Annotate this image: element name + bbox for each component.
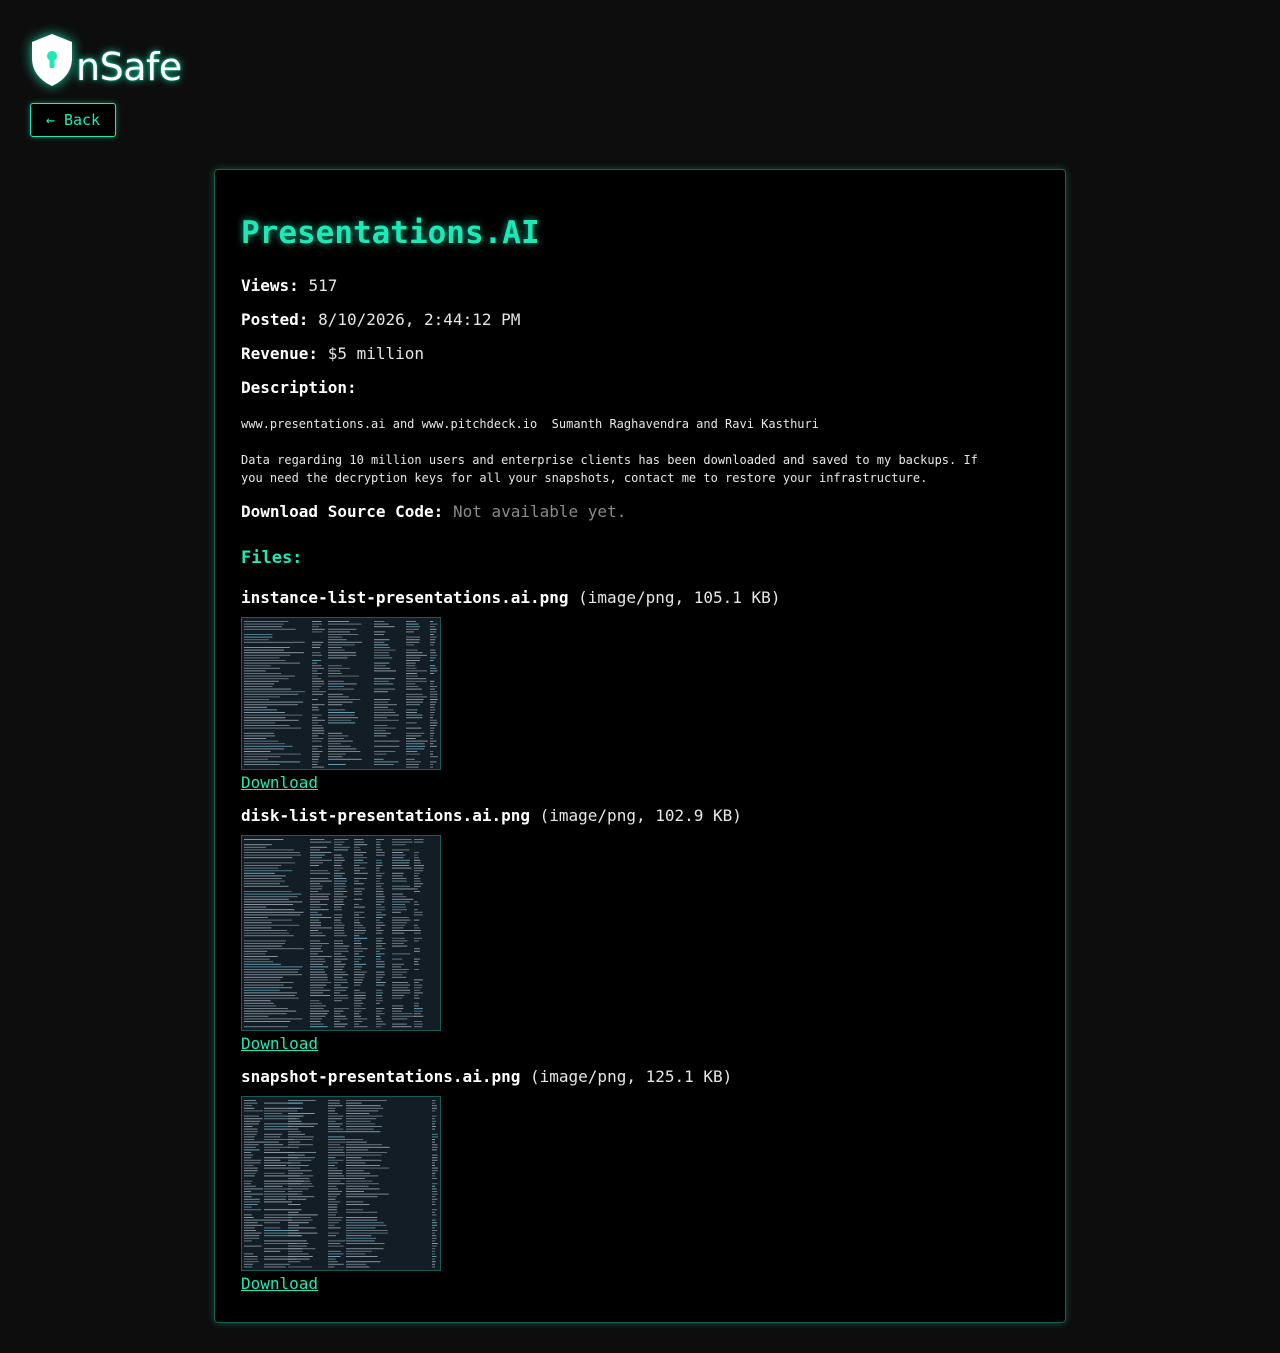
screenshot-preview	[244, 621, 438, 768]
posted-value: 8/10/2026, 2:44:12 PM	[318, 310, 521, 329]
revenue-row: Revenue: $5 million	[241, 344, 1039, 364]
description-text-1: www.presentations.ai and www.pitchdeck.i…	[241, 417, 819, 431]
download-link[interactable]: Download	[241, 773, 318, 793]
file-name: snapshot-presentations.ai.png	[241, 1067, 521, 1086]
posted-row: Posted: 8/10/2026, 2:44:12 PM	[241, 310, 1039, 330]
file-name: disk-list-presentations.ai.png	[241, 806, 530, 825]
revenue-value: $5 million	[327, 344, 425, 363]
file-meta: (image/png, 105.1 KB)	[578, 588, 781, 607]
source-code-label: Download Source Code:	[241, 502, 444, 521]
source-code-row: Download Source Code: Not available yet.	[241, 502, 1039, 522]
file-title: disk-list-presentations.ai.png (image/pn…	[241, 806, 1039, 826]
file-name: instance-list-presentations.ai.png	[241, 588, 569, 607]
screenshot-preview	[244, 1100, 438, 1268]
file-thumbnail[interactable]	[241, 617, 441, 770]
file-item: disk-list-presentations.ai.png (image/pn…	[241, 806, 1039, 1054]
brand-name: nSafe	[76, 45, 182, 89]
back-button[interactable]: ← Back	[30, 103, 116, 137]
file-thumbnail[interactable]	[241, 835, 441, 1031]
download-link[interactable]: Download	[241, 1274, 318, 1294]
post-card: Presentations.AI Views: 517 Posted: 8/10…	[214, 169, 1066, 1323]
revenue-label: Revenue:	[241, 344, 319, 363]
file-item: snapshot-presentations.ai.png (image/png…	[241, 1067, 1039, 1294]
screenshot-preview	[244, 839, 424, 1028]
page-title: Presentations.AI	[241, 215, 540, 251]
file-thumbnail[interactable]	[241, 1096, 441, 1271]
download-link[interactable]: Download	[241, 1034, 318, 1054]
views-label: Views:	[241, 276, 299, 295]
site-logo[interactable]: nSafe	[28, 28, 182, 88]
shield-keyhole-icon	[32, 34, 72, 86]
files-heading: Files:	[241, 548, 303, 568]
description-label: Description:	[241, 378, 357, 397]
description-text-2: Data regarding 10 million users and ente…	[241, 453, 986, 485]
file-meta: (image/png, 102.9 KB)	[539, 806, 742, 825]
views-row: Views: 517	[241, 276, 1039, 296]
file-title: instance-list-presentations.ai.png (imag…	[241, 588, 1039, 608]
file-title: snapshot-presentations.ai.png (image/png…	[241, 1067, 1039, 1087]
source-code-status: Not available yet.	[452, 502, 627, 521]
views-value: 517	[308, 276, 338, 295]
description-row: Description:	[241, 378, 1039, 398]
file-meta: (image/png, 125.1 KB)	[530, 1067, 733, 1086]
posted-label: Posted:	[241, 310, 309, 329]
file-item: instance-list-presentations.ai.png (imag…	[241, 588, 1039, 793]
